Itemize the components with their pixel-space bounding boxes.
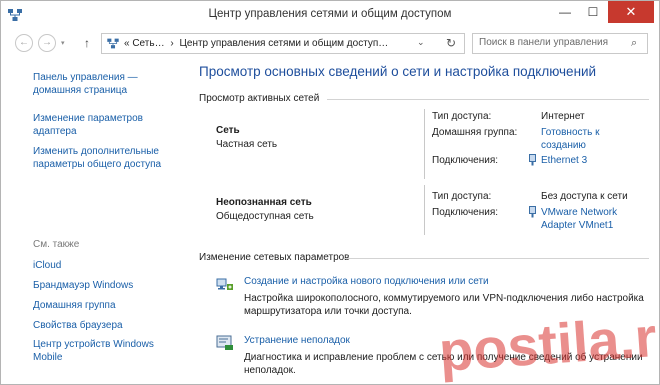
up-button[interactable]: ↑ [84,36,90,50]
breadcrumb-separator[interactable]: › [170,38,173,49]
breadcrumb-item-current[interactable]: Центр управления сетями и общим доступ… [180,38,389,49]
close-button[interactable]: ✕ [608,1,654,23]
see-also-firewall-link[interactable]: Брандмауэр Windows [33,279,183,292]
titlebar: Центр управления сетями и общим доступом… [1,1,659,29]
vertical-divider [424,109,425,179]
recent-locations-dropdown[interactable]: ▾ [61,39,65,47]
troubleshoot-link[interactable]: Устранение неполадок [244,335,350,346]
access-type-value: Без доступа к сети [541,191,628,202]
vertical-divider [424,185,425,235]
access-type-value: Интернет [541,111,585,122]
change-settings-header: Изменение сетевых параметров [199,252,350,263]
breadcrumb-item-network[interactable]: « Сеть… [124,38,165,49]
see-also-mobile-device-center-link[interactable]: Центр устройств Windows Mobile [33,338,183,364]
see-also-internet-options-link[interactable]: Свойства браузера [33,319,183,332]
change-adapter-settings-link[interactable]: Изменение параметров адаптера [33,112,183,138]
refresh-button[interactable]: ↻ [442,36,460,50]
page-title: Просмотр основных сведений о сети и наст… [199,64,597,79]
ethernet-icon [529,206,536,218]
address-history-chevron-icon[interactable]: ⌄ [417,37,425,48]
troubleshoot-icon [216,335,233,350]
ethernet-icon [529,154,536,166]
network-name: Неопознанная сеть [216,197,312,208]
minimize-button[interactable]: — [552,1,578,23]
section-divider [344,258,649,259]
see-also-label: См. также [33,239,80,250]
navigation-bar: ← → ▾ ↑ « Сеть… › Центр управления сетям… [1,31,659,57]
breadcrumb: « Сеть… › Центр управления сетями и общи… [124,38,388,49]
maximize-button[interactable]: ☐ [580,1,606,23]
postila-watermark-logo: postila.ru [437,303,660,383]
network-type[interactable]: Частная сеть [216,139,277,150]
control-panel-home-link[interactable]: Панель управления — домашняя страница [33,71,183,97]
new-connection-icon [216,278,233,290]
section-divider [327,99,649,100]
access-type-label: Тип доступа: [432,111,492,122]
connections-label: Подключения: [432,207,499,218]
network-type[interactable]: Общедоступная сеть [216,211,314,222]
forward-button[interactable]: → [38,34,56,52]
left-pane: Панель управления — домашняя страница Из… [1,61,189,384]
search-box: ⌕ [472,33,648,54]
homegroup-ready-link[interactable]: Готовность к созданию [541,126,631,152]
vmware-adapter-link[interactable]: VMware Network Adapter VMnet1 [541,206,641,232]
window: Центр управления сетями и общим доступом… [0,0,660,385]
search-icon[interactable]: ⌕ [631,37,637,50]
connections-label: Подключения: [432,155,499,166]
svg-text:postila.ru: postila.ru [437,303,660,383]
search-input[interactable] [479,37,629,48]
active-networks-header: Просмотр активных сетей [199,93,320,104]
see-also-homegroup-link[interactable]: Домашняя группа [33,299,183,312]
back-button[interactable]: ← [15,34,33,52]
see-also-icloud-link[interactable]: iCloud [33,259,183,272]
network-center-icon [107,38,119,49]
advanced-sharing-settings-link[interactable]: Изменить дополнительные параметры общего… [33,145,183,171]
ethernet-3-link[interactable]: Ethernet 3 [541,154,587,167]
access-type-label: Тип доступа: [432,191,492,202]
address-bar[interactable]: « Сеть… › Центр управления сетями и общи… [101,33,465,54]
homegroup-label: Домашняя группа: [432,127,518,138]
network-name: Сеть [216,125,240,136]
